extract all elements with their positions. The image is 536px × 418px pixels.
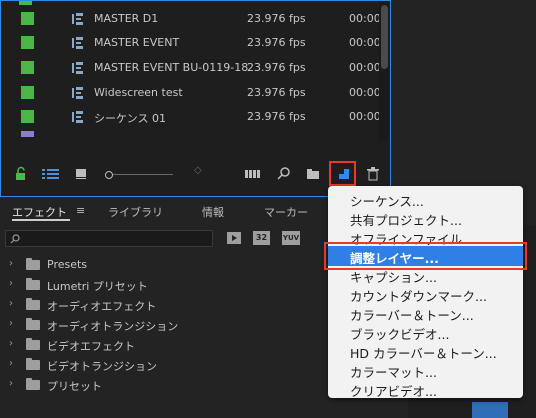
tree-item[interactable]: › プリセット <box>0 375 330 395</box>
menu-item-transparent-video[interactable]: クリアビデオ... <box>350 381 437 400</box>
tree-item-label: オーディオトランジション <box>47 320 179 333</box>
frame-rate: 23.976 fps <box>247 110 306 123</box>
sequence-name: MASTER EVENT BU-0119-18 <box>94 61 249 74</box>
sequence-icon <box>72 87 83 99</box>
sequence-row[interactable]: シーケンス 01 23.976 fps 00:00: <box>3 104 384 131</box>
search-icon[interactable] <box>277 165 291 183</box>
yuv-effects-icon[interactable]: YUV <box>282 231 300 245</box>
label-swatch <box>19 1 32 5</box>
lock-icon[interactable] <box>15 165 27 183</box>
tree-item-label: Presets <box>47 258 88 271</box>
frame-rate: 23.976 fps <box>247 12 306 25</box>
menu-item-black-video[interactable]: ブラックビデオ... <box>350 324 449 343</box>
sequence-name: MASTER D1 <box>94 12 159 25</box>
tab-libraries[interactable]: ライブラリ <box>108 204 163 220</box>
menu-item-countdown-leader[interactable]: カウントダウンマーク... <box>350 286 487 305</box>
zoom-slider-track[interactable] <box>113 174 173 175</box>
expand-caret-icon[interactable]: › <box>9 378 13 389</box>
icon-view-icon[interactable] <box>75 165 87 183</box>
tree-item-label: プリセット <box>47 380 102 393</box>
expand-caret-icon[interactable]: › <box>9 298 13 309</box>
expand-caret-icon[interactable]: › <box>9 358 13 369</box>
new-bin-icon[interactable] <box>306 165 320 183</box>
32bit-effects-icon[interactable]: 32 <box>253 231 270 245</box>
preset-folder-icon <box>26 278 40 290</box>
search-icon <box>10 234 20 244</box>
tree-item-label: Lumetri プリセット <box>47 280 148 293</box>
accelerated-effects-icon[interactable] <box>226 231 242 245</box>
tab-info[interactable]: 情報 <box>202 204 224 220</box>
sequence-icon <box>72 13 83 25</box>
sequence-name: Widescreen test <box>94 86 183 99</box>
folder-icon <box>26 318 40 330</box>
sequence-row[interactable]: MASTER EVENT 23.976 fps 00:00: <box>3 30 384 57</box>
list-view-icon[interactable] <box>42 165 60 183</box>
sequence-name: MASTER EVENT <box>94 36 180 49</box>
sort-icon[interactable]: ◇ <box>194 165 202 176</box>
tree-item[interactable]: › ビデオエフェクト <box>0 335 330 355</box>
label-swatch <box>21 61 34 74</box>
effects-search-input[interactable] <box>5 230 213 247</box>
label-swatch <box>21 86 34 99</box>
menu-item-bars-and-tone[interactable]: カラーバー＆トーン... <box>350 305 474 324</box>
preset-folder-icon <box>26 258 40 270</box>
expand-caret-icon[interactable]: › <box>9 258 13 269</box>
zoom-slider-handle[interactable] <box>105 171 113 179</box>
highlight-adjustment-layer <box>324 242 527 270</box>
sequence-name: シーケンス 01 <box>94 112 166 125</box>
tab-markers[interactable]: マーカー <box>264 204 308 220</box>
expand-caret-icon[interactable]: › <box>9 278 13 289</box>
frame-rate: 23.976 fps <box>247 61 306 74</box>
tree-item[interactable]: › Lumetri プリセット <box>0 275 330 295</box>
tree-item-label: ビデオトランジション <box>47 360 157 373</box>
label-swatch <box>21 12 34 25</box>
panel-menu-icon[interactable]: ≡ <box>76 204 85 217</box>
trash-icon[interactable] <box>367 165 379 183</box>
menu-item-sequence[interactable]: シーケンス... <box>350 191 424 210</box>
sequence-icon <box>72 62 83 74</box>
sequence-icon <box>72 37 83 49</box>
tree-item[interactable]: › ビデオトランジション <box>0 355 330 375</box>
label-swatch <box>21 110 34 123</box>
menu-item-color-matte[interactable]: カラーマット... <box>350 362 437 381</box>
panel-swatch <box>472 402 508 418</box>
preset-folder-icon <box>26 378 40 390</box>
frame-rate: 23.976 fps <box>247 36 306 49</box>
tree-item-label: ビデオエフェクト <box>47 340 135 353</box>
folder-icon <box>26 358 40 370</box>
frame-rate: 23.976 fps <box>247 86 306 99</box>
menu-item-shared-project[interactable]: 共有プロジェクト... <box>350 210 462 229</box>
folder-icon <box>26 298 40 310</box>
expand-caret-icon[interactable]: › <box>9 318 13 329</box>
tree-item[interactable]: › オーディオエフェクト <box>0 295 330 315</box>
sequence-icon <box>72 111 83 123</box>
folder-icon <box>26 338 40 350</box>
tab-effects[interactable]: エフェクト <box>12 204 67 220</box>
tree-item[interactable]: › オーディオトランジション <box>0 315 330 335</box>
label-swatch <box>21 131 34 137</box>
menu-item-hd-bars-and-tone[interactable]: HD カラーバー＆トーン... <box>350 343 497 362</box>
label-swatch <box>21 36 34 49</box>
sequence-row[interactable]: MASTER D1 23.976 fps 00:00: <box>3 6 384 33</box>
scrollbar-thumb[interactable] <box>381 5 388 69</box>
tree-item-label: オーディオエフェクト <box>47 300 157 313</box>
automate-to-sequence-icon[interactable] <box>245 165 261 183</box>
sequence-row[interactable]: MASTER EVENT BU-0119-18 23.976 fps 00:00… <box>3 55 384 82</box>
active-tab-underline <box>12 219 70 221</box>
tree-item[interactable]: › Presets <box>0 255 330 275</box>
expand-caret-icon[interactable]: › <box>9 338 13 349</box>
sequence-row[interactable]: Widescreen test 23.976 fps 00:00: <box>3 80 384 107</box>
highlight-new-item-button <box>329 161 356 186</box>
